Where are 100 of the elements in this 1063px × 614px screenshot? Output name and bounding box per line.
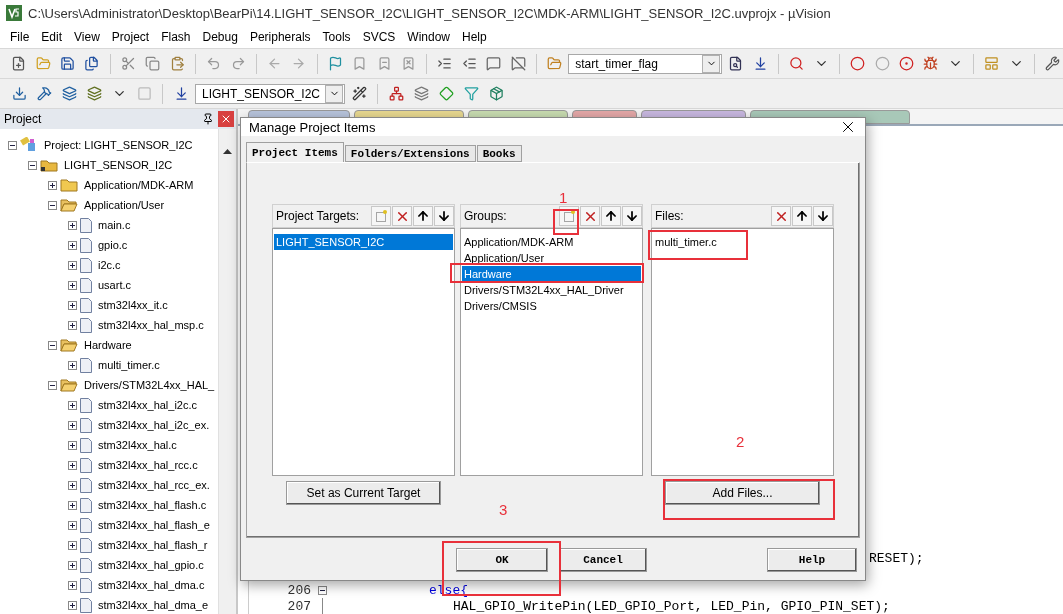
expander-icon[interactable] bbox=[68, 480, 77, 490]
expander-icon[interactable] bbox=[317, 585, 327, 595]
highlight-frame bbox=[553, 209, 579, 235]
tree-item[interactable]: stm32l4xx_it.c bbox=[98, 299, 168, 311]
expander-icon[interactable] bbox=[68, 240, 77, 250]
dialog-button[interactable]: Cancel bbox=[559, 548, 647, 572]
dialog-button[interactable]: Add Files... bbox=[665, 481, 820, 505]
dialog-button[interactable]: OK bbox=[456, 548, 548, 572]
menu-item[interactable]: View bbox=[68, 30, 106, 44]
expander-icon[interactable] bbox=[68, 400, 77, 410]
list-item[interactable]: multi_timer.c bbox=[653, 234, 717, 250]
tree-item[interactable]: stm32l4xx_hal_i2c_ex. bbox=[98, 419, 210, 431]
pin-icon[interactable] bbox=[202, 113, 214, 125]
expander-icon[interactable] bbox=[68, 500, 77, 510]
list-item[interactable]: Application/User bbox=[462, 250, 545, 266]
expander-icon[interactable] bbox=[48, 340, 57, 350]
menu-item[interactable]: Debug bbox=[196, 30, 244, 44]
expander-icon[interactable] bbox=[28, 160, 37, 170]
comment-icon bbox=[486, 56, 502, 71]
folder-icon bbox=[547, 56, 563, 71]
delete-button[interactable] bbox=[580, 206, 600, 226]
tree-item[interactable]: gpio.c bbox=[98, 239, 128, 251]
expander-icon[interactable] bbox=[68, 600, 77, 610]
expander-icon[interactable] bbox=[68, 420, 77, 430]
tree-item[interactable]: i2c.c bbox=[98, 259, 121, 271]
menu-item[interactable]: Window bbox=[401, 30, 456, 44]
list-item[interactable]: Drivers/STM32L4xx_HAL_Driver bbox=[462, 282, 624, 298]
list-item[interactable]: Application/MDK-ARM bbox=[462, 234, 574, 250]
arrow-down-icon bbox=[437, 209, 451, 223]
expander-icon[interactable] bbox=[48, 180, 57, 190]
build-icon bbox=[36, 86, 52, 101]
tree-item[interactable]: stm32l4xx_hal_i2c.c bbox=[98, 399, 198, 411]
tree-item[interactable]: Hardware bbox=[84, 339, 132, 351]
delete-button[interactable] bbox=[392, 206, 412, 226]
delete-button[interactable] bbox=[771, 206, 791, 226]
close-button[interactable] bbox=[218, 111, 234, 127]
expander-icon[interactable] bbox=[8, 140, 17, 150]
tree-item[interactable]: main.c bbox=[98, 219, 131, 231]
list-item[interactable]: LIGHT_SENSOR_I2C bbox=[274, 234, 453, 250]
menu-item[interactable]: Flash bbox=[155, 30, 197, 44]
menu-item[interactable]: Help bbox=[456, 30, 493, 44]
move-up-button[interactable] bbox=[601, 206, 621, 226]
expander-icon[interactable] bbox=[68, 440, 77, 450]
menu-item[interactable]: Project bbox=[105, 30, 156, 44]
breakpoint-icon bbox=[850, 56, 866, 71]
find-combo[interactable]: start_timer_flag bbox=[568, 53, 723, 74]
tree-item[interactable]: Application/User bbox=[84, 199, 165, 211]
expander-icon[interactable] bbox=[68, 300, 77, 310]
dialog-button[interactable]: Set as Current Target bbox=[286, 481, 441, 505]
tree-item[interactable]: stm32l4xx_hal_flash.c bbox=[98, 499, 207, 511]
tree-item[interactable]: stm32l4xx_hal_rcc_ex. bbox=[98, 479, 210, 491]
redo-icon bbox=[230, 56, 246, 71]
tree-item[interactable]: stm32l4xx_hal_msp.c bbox=[98, 319, 204, 331]
expander-icon[interactable] bbox=[68, 580, 77, 590]
move-down-button[interactable] bbox=[622, 206, 642, 226]
dialog-button[interactable]: Help bbox=[767, 548, 857, 572]
paste-icon bbox=[169, 56, 185, 71]
menu-item[interactable]: Peripherals bbox=[243, 30, 317, 44]
expander-icon[interactable] bbox=[68, 220, 77, 230]
tree-item[interactable]: stm32l4xx_hal_dma.c bbox=[98, 579, 205, 591]
list-item[interactable]: Hardware bbox=[462, 266, 641, 282]
scrollbar[interactable] bbox=[218, 129, 236, 614]
move-down-button[interactable] bbox=[434, 206, 454, 226]
file-icon bbox=[80, 497, 92, 513]
move-up-button[interactable] bbox=[413, 206, 433, 226]
tree-item[interactable]: stm32l4xx_hal_dma_e bbox=[98, 599, 209, 611]
tree-item[interactable]: usart.c bbox=[98, 279, 131, 291]
dialog-tab[interactable]: Folders/Extensions bbox=[344, 145, 476, 162]
expander-icon[interactable] bbox=[68, 540, 77, 550]
expander-icon[interactable] bbox=[68, 560, 77, 570]
move-up-button[interactable] bbox=[792, 206, 812, 226]
tree-item[interactable]: stm32l4xx_hal_rcc.c bbox=[98, 459, 198, 471]
list-item[interactable]: Drivers/CMSIS bbox=[462, 298, 537, 314]
tree-item[interactable]: Application/MDK-ARM bbox=[84, 179, 194, 191]
menu-item[interactable]: Tools bbox=[316, 30, 357, 44]
folder-icon bbox=[60, 178, 78, 192]
expander-icon[interactable] bbox=[68, 360, 77, 370]
tree-item[interactable]: Project: LIGHT_SENSOR_I2C bbox=[44, 139, 193, 151]
tree-item[interactable]: stm32l4xx_hal.c bbox=[98, 439, 177, 451]
tree-item[interactable]: multi_timer.c bbox=[98, 359, 160, 371]
expander-icon[interactable] bbox=[68, 260, 77, 270]
dialog-tab[interactable]: Books bbox=[476, 145, 522, 162]
move-down-button[interactable] bbox=[813, 206, 833, 226]
expander-icon[interactable] bbox=[68, 520, 77, 530]
dialog-tab[interactable]: Project Items bbox=[246, 142, 344, 162]
menu-item[interactable]: File bbox=[4, 30, 36, 44]
menu-item[interactable]: SVCS bbox=[356, 30, 402, 44]
expander-icon[interactable] bbox=[68, 460, 77, 470]
expander-icon[interactable] bbox=[48, 200, 57, 210]
expander-icon[interactable] bbox=[68, 320, 77, 330]
target-combo[interactable]: LIGHT_SENSOR_I2C bbox=[195, 83, 345, 104]
expander-icon[interactable] bbox=[48, 380, 57, 390]
tree-item[interactable]: LIGHT_SENSOR_I2C bbox=[64, 159, 173, 171]
file-icon bbox=[80, 477, 92, 493]
tree-item[interactable]: stm32l4xx_hal_gpio.c bbox=[98, 559, 204, 571]
expander-icon[interactable] bbox=[68, 280, 77, 290]
tree-item[interactable]: stm32l4xx_hal_flash_r bbox=[98, 539, 208, 551]
tree-item[interactable]: Drivers/STM32L4xx_HAL_ bbox=[84, 379, 215, 391]
tree-item[interactable]: stm32l4xx_hal_flash_e bbox=[98, 519, 210, 531]
menu-item[interactable]: Edit bbox=[35, 30, 69, 44]
